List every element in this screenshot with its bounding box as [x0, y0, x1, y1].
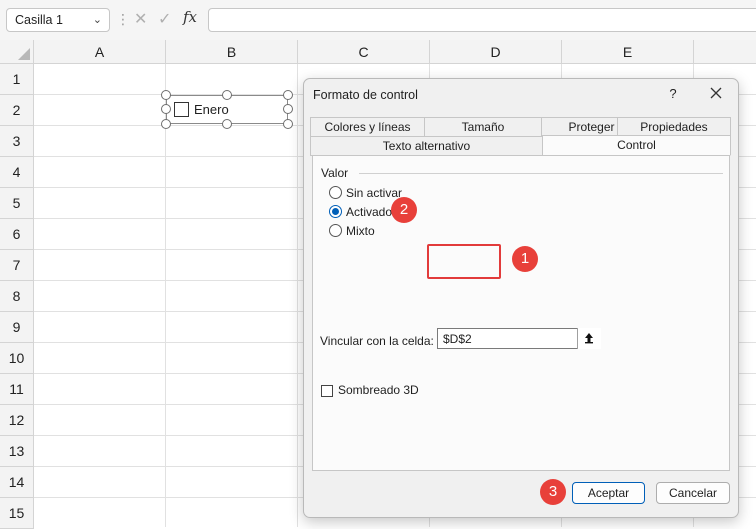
more-options-icon: ⋮: [116, 11, 130, 27]
formula-bar: Casilla 1 ⌄ ⋮ ✕ ✓ fx: [0, 0, 756, 40]
insert-function-icon[interactable]: fx: [183, 8, 197, 26]
row-header-7[interactable]: 7: [0, 250, 34, 281]
row-header-6[interactable]: 6: [0, 219, 34, 250]
highlight-box: [427, 244, 501, 279]
radio-activado[interactable]: [329, 205, 342, 218]
column-header-f[interactable]: [694, 40, 756, 64]
radio-label-sin-activar: Sin activar: [346, 186, 403, 200]
dialog-title: Formato de control: [313, 88, 418, 102]
row-header-1[interactable]: 1: [0, 64, 34, 95]
resize-handle-bottom[interactable]: [222, 119, 232, 129]
control-tab-panel: Valor Sin activar Activado Mixto Vincula…: [312, 155, 730, 471]
column-header-e[interactable]: E: [562, 40, 694, 64]
radio-label-activado: Activado: [346, 205, 393, 219]
row-header-4[interactable]: 4: [0, 157, 34, 188]
radio-mixto[interactable]: [329, 224, 342, 237]
checkbox-square[interactable]: [174, 102, 189, 117]
collapse-dialog-button[interactable]: [577, 328, 601, 349]
row-header-15[interactable]: 15: [0, 498, 34, 529]
tab-alt-text[interactable]: Texto alternativo: [310, 136, 543, 156]
row-header-11[interactable]: 11: [0, 374, 34, 405]
shading-label: Sombreado 3D: [338, 383, 419, 397]
ok-button[interactable]: Aceptar: [572, 482, 645, 504]
group-divider: [359, 173, 723, 174]
value-group-label: Valor: [321, 166, 349, 180]
row-header-2[interactable]: 2: [0, 95, 34, 126]
row-header-9[interactable]: 9: [0, 312, 34, 343]
tab-colors-lines[interactable]: Colores y líneas: [310, 117, 425, 137]
link-cell-value: $D$2: [443, 332, 472, 346]
row-header-12[interactable]: 12: [0, 405, 34, 436]
close-button[interactable]: [706, 83, 726, 103]
step-badge-3: 3: [540, 479, 566, 505]
formula-input[interactable]: [208, 8, 756, 32]
step-badge-1: 1: [512, 246, 538, 272]
radio-sin-activar[interactable]: [329, 186, 342, 199]
chevron-down-icon[interactable]: ⌄: [93, 13, 102, 26]
format-control-dialog: Formato de control ? Colores y líneas Ta…: [303, 78, 739, 518]
gridline: [165, 64, 166, 527]
row-header-5[interactable]: 5: [0, 188, 34, 219]
resize-handle-bottom-left[interactable]: [161, 119, 171, 129]
checkbox-label: Enero: [194, 102, 229, 117]
row-header-10[interactable]: 10: [0, 343, 34, 374]
cancel-icon[interactable]: ✕: [134, 9, 147, 29]
resize-handle-top[interactable]: [222, 90, 232, 100]
close-icon: [710, 87, 722, 99]
check-icon[interactable]: ✓: [158, 9, 171, 29]
resize-handle-bottom-right[interactable]: [283, 119, 293, 129]
column-header-a[interactable]: A: [34, 40, 166, 64]
column-header-c[interactable]: C: [298, 40, 430, 64]
resize-handle-left[interactable]: [161, 104, 171, 114]
row-header-14[interactable]: 14: [0, 467, 34, 498]
resize-handle-top-right[interactable]: [283, 90, 293, 100]
radio-selected-dot: [332, 208, 339, 215]
row-header-13[interactable]: 13: [0, 436, 34, 467]
resize-handle-right[interactable]: [283, 104, 293, 114]
gridline: [297, 64, 298, 527]
collapse-dialog-icon: [585, 333, 593, 344]
row-header-8[interactable]: 8: [0, 281, 34, 312]
cancel-button[interactable]: Cancelar: [656, 482, 730, 504]
select-all-corner[interactable]: [0, 40, 34, 64]
name-box[interactable]: Casilla 1 ⌄: [6, 8, 110, 32]
help-button[interactable]: ?: [665, 86, 681, 101]
column-header-b[interactable]: B: [166, 40, 298, 64]
step-badge-2: 2: [391, 197, 417, 223]
resize-handle-top-left[interactable]: [161, 90, 171, 100]
radio-label-mixto: Mixto: [346, 224, 375, 238]
tab-properties[interactable]: Propiedades: [617, 117, 731, 137]
tab-control[interactable]: Control: [542, 135, 731, 156]
link-cell-label: Vincular con la celda:: [320, 334, 434, 348]
row-header-3[interactable]: 3: [0, 126, 34, 157]
shading-checkbox[interactable]: [321, 385, 333, 397]
column-header-d[interactable]: D: [430, 40, 562, 64]
select-all-icon: [18, 48, 30, 60]
name-box-value: Casilla 1: [15, 13, 63, 27]
tab-size[interactable]: Tamaño: [424, 117, 542, 137]
